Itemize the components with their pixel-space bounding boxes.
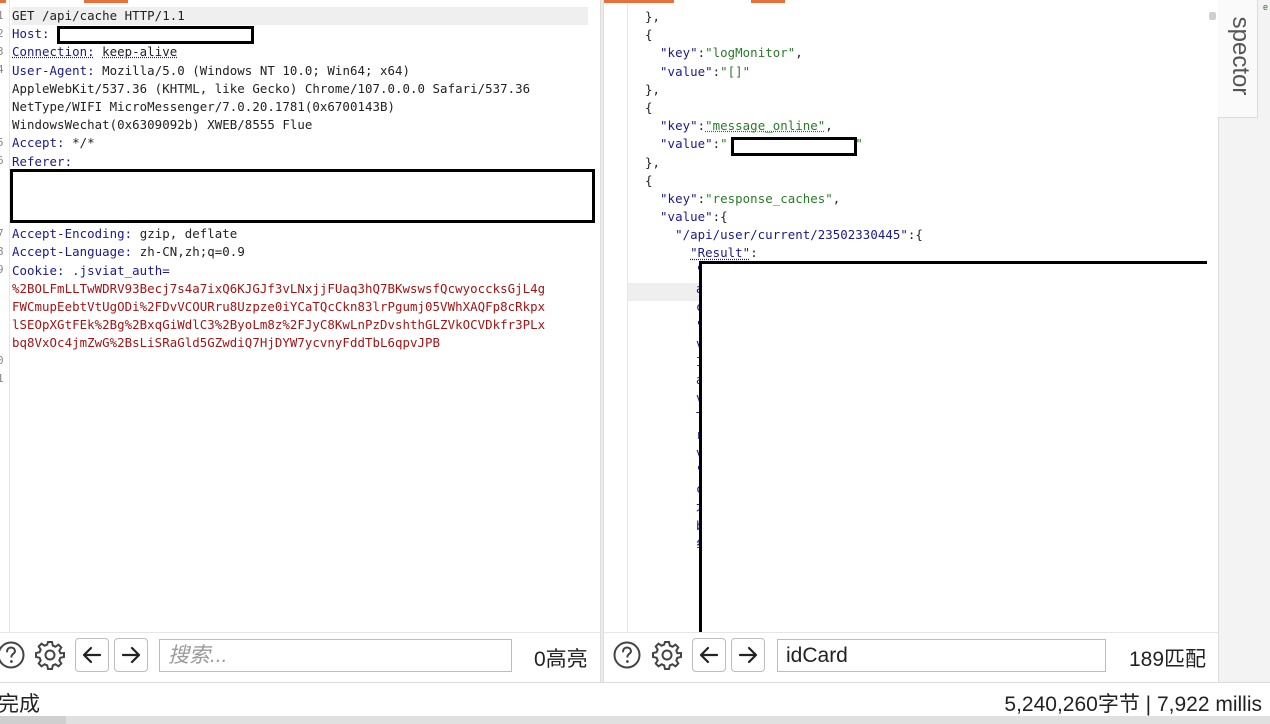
tab-indicator xyxy=(604,0,674,3)
search-previous-button[interactable] xyxy=(692,638,726,672)
cookie-value: lSEOpXGtFEk%2Bg%2BxqGiWdlC3%2ByoLm8z%2FJ… xyxy=(12,317,546,333)
line-number-gutter xyxy=(604,0,628,632)
json-line: { xyxy=(630,99,653,115)
request-search-input[interactable]: 搜索... xyxy=(159,639,512,672)
request-match-count: 0高亮 xyxy=(534,648,588,671)
header-cookie: Cookie: .jsviat_auth= xyxy=(12,262,170,278)
line-number: 9 xyxy=(0,263,4,276)
response-match-count: 189匹配 xyxy=(1129,648,1207,671)
line-number: 3 xyxy=(0,45,4,58)
header-accept-encoding: Accept-Encoding: gzip, deflate xyxy=(12,226,238,242)
json-line: { xyxy=(630,27,653,43)
header-accept-language: Accept-Language: zh-CN,zh;q=0.9 xyxy=(12,244,245,260)
line-number: 7 xyxy=(0,227,4,240)
header-user-agent-cont: WindowsWechat(0x6309092b) XWEB/8555 Flue xyxy=(12,117,313,133)
help-icon[interactable] xyxy=(0,638,28,672)
status-bar: 完成 5,240,260字节 | 7,922 millis xyxy=(0,682,1270,716)
line-number: 1 xyxy=(0,9,4,22)
search-next-button[interactable] xyxy=(731,638,765,672)
json-line: "key":"logMonitor", xyxy=(660,45,803,61)
tab-indicator xyxy=(0,0,6,3)
cookie-value: FWCmupEebtVtUgODi%2FDvVCOURru8Uzpze0iYCa… xyxy=(12,299,546,315)
header-user-agent: User-Agent: Mozilla/5.0 (Windows NT 10.0… xyxy=(12,62,411,78)
cookie-value: bq8VxOc4jmZwG%2BsLiSRaGld5GZwdiQ7HjDYW7y… xyxy=(12,335,441,351)
request-line: GET /api/cache HTTP/1.1 xyxy=(12,7,588,26)
line-number: 1 xyxy=(0,372,4,385)
json-line: "value":"[]" xyxy=(660,63,751,79)
header-user-agent-cont: AppleWebKit/537.36 (KHTML, like Gecko) C… xyxy=(12,80,531,96)
response-search-input[interactable]: idCard xyxy=(777,639,1106,672)
header-connection: Connection: keep-alive xyxy=(12,44,178,60)
response-pane[interactable]: }, { "key":"logMonitor", "value":"[]" },… xyxy=(604,0,1218,682)
header-user-agent-cont: NetType/WIFI MicroMessenger/7.0.20.1781(… xyxy=(12,98,395,114)
response-editor[interactable]: }, { "key":"logMonitor", "value":"[]" },… xyxy=(630,8,1218,263)
json-line: { xyxy=(630,172,653,188)
inspector-tab-label: spector xyxy=(1227,16,1254,96)
json-line: "/api/user/current/23502330445":{ xyxy=(675,227,923,243)
window-bottom-edge-segment xyxy=(0,716,66,724)
line-number: 2 xyxy=(0,27,4,40)
line-number: 6 xyxy=(0,154,4,167)
help-icon[interactable] xyxy=(610,638,644,672)
line-number: 5 xyxy=(0,136,4,149)
json-line: "key":"message_online", xyxy=(660,118,833,134)
scrollbar-thumb[interactable] xyxy=(1209,12,1216,20)
line-number-gutter: 1 2 3 4 5 6 7 8 9 0 1 xyxy=(0,0,10,632)
redaction-box xyxy=(10,169,595,223)
redaction-box xyxy=(731,137,857,156)
header-referer: Referer: xyxy=(12,153,73,169)
json-line: }, xyxy=(630,154,661,170)
json-line: }, xyxy=(630,9,661,24)
settings-gear-icon[interactable] xyxy=(33,638,67,672)
json-line: "value":" " xyxy=(660,136,863,152)
tab-indicator xyxy=(84,0,128,3)
window-bottom-edge xyxy=(0,716,1270,724)
json-line: "key":"response_caches", xyxy=(660,190,841,206)
status-text: 完成 xyxy=(0,693,40,716)
line-number: 4 xyxy=(0,63,4,76)
search-next-button[interactable] xyxy=(114,638,148,672)
search-previous-button[interactable] xyxy=(75,638,109,672)
line-number: 8 xyxy=(0,245,4,258)
tab-indicator xyxy=(751,0,785,3)
settings-gear-icon[interactable] xyxy=(650,638,684,672)
header-accept: Accept: */* xyxy=(12,135,95,151)
response-scrollbar[interactable] xyxy=(1207,0,1218,632)
cookie-value: %2BOLFmLLTwWDRV93Becj7s4a7ixQ6KJGJf3vLNx… xyxy=(12,280,546,296)
json-line: "value":{ xyxy=(660,209,728,225)
status-marker-icon: e xyxy=(1263,2,1269,12)
redaction-box xyxy=(57,26,254,44)
request-pane[interactable]: 1 2 3 4 5 6 7 8 9 0 1 GET /api/cache HTT… xyxy=(0,0,600,682)
response-stats: 5,240,260字节 | 7,922 millis xyxy=(1004,693,1262,716)
json-line: "Result": xyxy=(690,245,758,261)
line-number: 0 xyxy=(0,354,4,367)
redaction-box xyxy=(699,261,1216,636)
json-line: }, xyxy=(630,81,661,97)
